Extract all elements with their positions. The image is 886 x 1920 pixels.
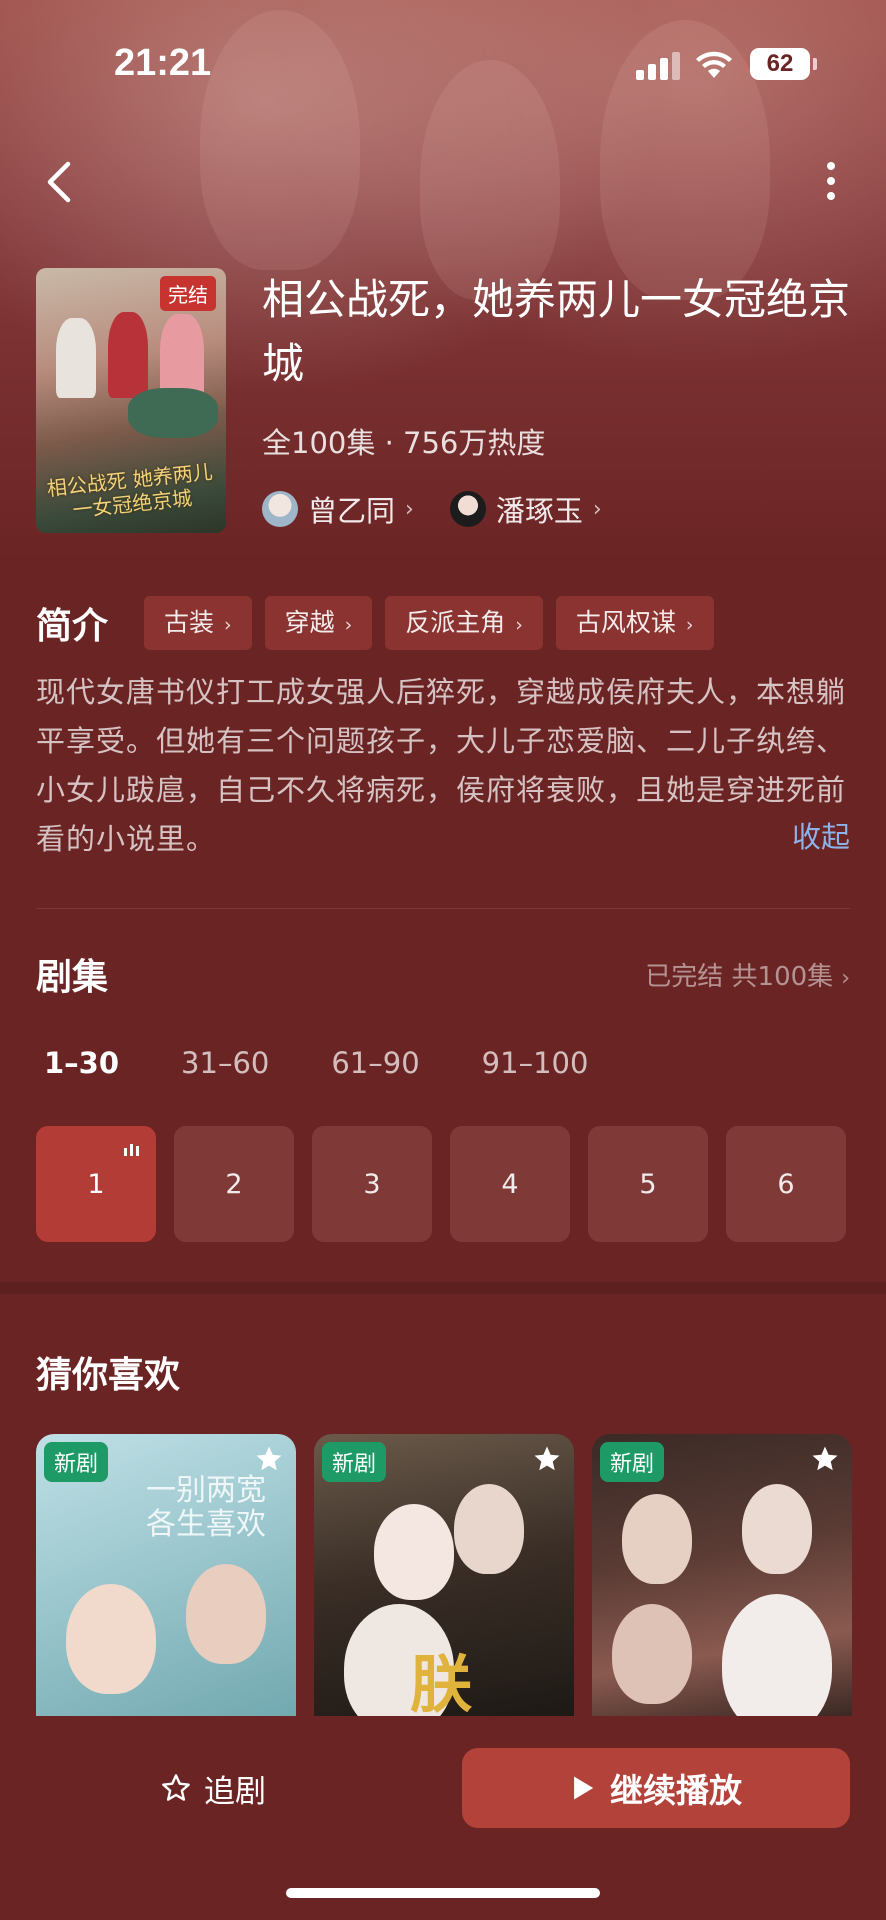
recommend-card[interactable]: 一别两宽 各生喜欢 新剧	[36, 1434, 296, 1734]
card-artwork	[66, 1584, 156, 1694]
card-artwork	[374, 1504, 454, 1600]
cast-name: 潘琢玉	[495, 494, 583, 528]
tab-range[interactable]: 91–100	[482, 1046, 589, 1080]
recommend-title: 猜你喜欢	[36, 1355, 181, 1396]
chevron-right-icon: ›	[592, 496, 602, 522]
poster-title-art: 相公战死 她养两儿一女冠绝京城	[45, 459, 214, 523]
cast-name: 曾乙同	[308, 494, 396, 528]
chevron-right-icon: ›	[405, 496, 414, 522]
new-badge: 新剧	[44, 1442, 109, 1482]
episode-range-tabs: 1–30 31–60 61–90 91–100	[44, 1046, 650, 1080]
new-badge: 新剧	[600, 1442, 665, 1482]
recommend-card[interactable]: 朕 新剧	[314, 1434, 574, 1734]
card-artwork	[612, 1604, 692, 1704]
intro-title: 简介	[36, 606, 109, 647]
card-artwork	[742, 1484, 812, 1574]
card-artwork	[722, 1594, 832, 1734]
collapse-link[interactable]: 收起	[792, 814, 850, 856]
tab-range[interactable]: 1–30	[44, 1046, 119, 1080]
tag-chip[interactable]: 穿越 ›	[264, 596, 373, 650]
chevron-right-icon: ›	[344, 614, 353, 636]
signal-icon	[636, 50, 682, 80]
card-artwork	[454, 1484, 524, 1574]
drama-meta: 全100集 · 756万热度	[262, 426, 546, 460]
home-indicator	[286, 1888, 600, 1898]
card-artwork	[186, 1564, 266, 1664]
cast-list: 曾乙同 › 潘琢玉 ›	[262, 488, 602, 530]
episode-button[interactable]: 3	[312, 1126, 432, 1242]
new-badge: 新剧	[322, 1442, 387, 1482]
card-title-art: 朕	[410, 1648, 473, 1721]
status-bar: 21:21 62	[0, 0, 886, 130]
chevron-right-icon: ›	[685, 614, 694, 636]
card-artwork	[622, 1494, 692, 1584]
drama-detail-page: 21:21 62 相公战死 她养两儿一女冠绝京城 完结 相公战死，她养两儿一女冠…	[0, 0, 886, 1920]
cast-item[interactable]: 曾乙同 ›	[262, 488, 414, 530]
tag-list: 古装 › 穿越 › 反派主角 › 古风权谋 ›	[144, 596, 714, 650]
recommend-list: 一别两宽 各生喜欢 新剧 朕 新剧 新剧	[36, 1434, 852, 1734]
drama-poster[interactable]: 相公战死 她养两儿一女冠绝京城 完结	[36, 268, 226, 533]
back-icon[interactable]	[40, 160, 80, 204]
tag-chip[interactable]: 古风权谋 ›	[555, 596, 714, 650]
episode-button[interactable]: 4	[450, 1126, 570, 1242]
play-icon	[574, 1776, 594, 1800]
chevron-right-icon: ›	[515, 614, 523, 636]
chevron-right-icon: ›	[841, 966, 850, 991]
tag-chip[interactable]: 古装 ›	[144, 596, 252, 650]
section-separator	[0, 1282, 886, 1294]
episodes-status-link[interactable]: 已完结 共100集 ›	[645, 956, 850, 993]
wifi-icon	[696, 51, 732, 78]
episode-button[interactable]: 1	[36, 1126, 156, 1242]
finished-badge: 完结	[160, 276, 216, 311]
tab-range[interactable]: 61–90	[331, 1046, 419, 1080]
intro-header: 简介 古装 › 穿越 › 反派主角 › 古风权谋 ›	[36, 596, 714, 650]
episode-button[interactable]: 2	[174, 1126, 294, 1242]
continue-play-button[interactable]: 继续播放	[462, 1748, 850, 1828]
star-icon[interactable]	[532, 1444, 562, 1474]
follow-button[interactable]: 追剧	[0, 1748, 426, 1828]
intro-text: 现代女唐书仪打工成女强人后猝死，穿越成侯府夫人，本想躺平享受。但她有三个问题孩子…	[36, 675, 847, 856]
episodes-title: 剧集	[36, 957, 109, 998]
chevron-right-icon: ›	[224, 614, 232, 636]
star-outline-icon	[162, 1774, 190, 1801]
divider	[36, 908, 850, 909]
card-title-art: 一别两宽 各生喜欢	[146, 1473, 266, 1542]
star-icon[interactable]	[254, 1444, 284, 1474]
tab-range[interactable]: 31–60	[181, 1046, 269, 1080]
battery-indicator: 62	[750, 48, 817, 80]
star-icon[interactable]	[810, 1444, 840, 1474]
more-vertical-icon[interactable]	[820, 158, 842, 204]
playing-icon	[124, 1144, 142, 1156]
recommend-card[interactable]: 新剧	[592, 1434, 852, 1734]
tag-chip[interactable]: 反派主角 ›	[385, 596, 543, 650]
episode-button[interactable]: 5	[588, 1126, 708, 1242]
avatar	[449, 491, 486, 527]
drama-title: 相公战死，她养两儿一女冠绝京城	[262, 275, 851, 388]
episode-button[interactable]: 6	[726, 1126, 846, 1242]
avatar	[262, 491, 298, 527]
cast-item[interactable]: 潘琢玉 ›	[449, 488, 602, 530]
clock: 21:21	[114, 42, 212, 84]
episode-grid: 1 2 3 4 5 6	[36, 1126, 846, 1242]
